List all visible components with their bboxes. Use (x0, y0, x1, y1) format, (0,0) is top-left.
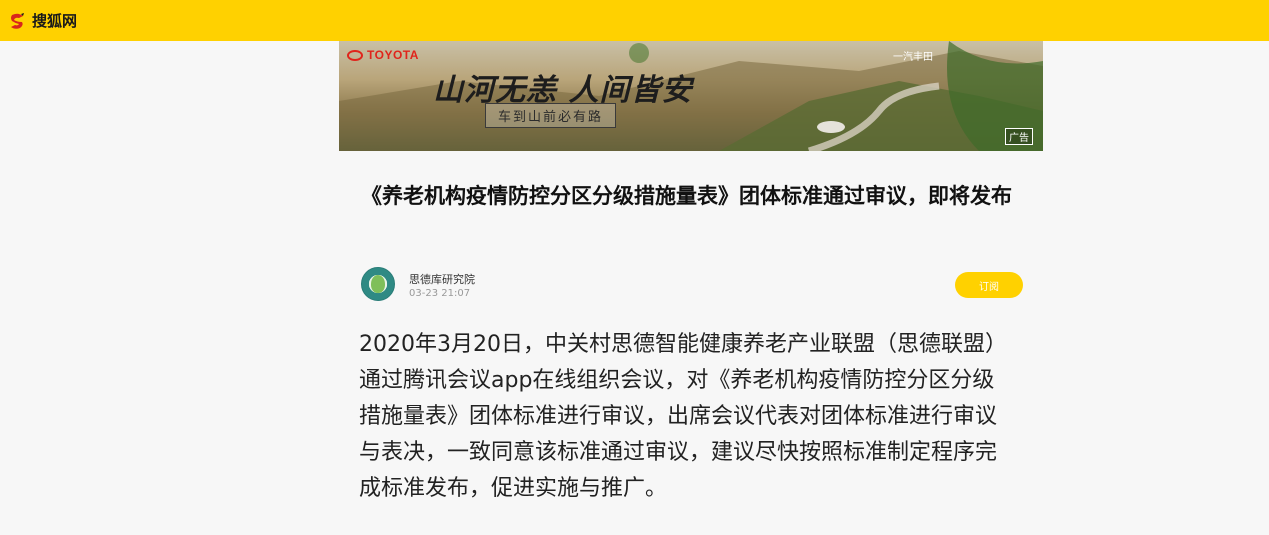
article-column: TOYOTA 一汽丰田 山河无恙 人间皆安 车到山前必有路 广告 《养老机构疫情… (339, 41, 1043, 535)
author-row: 思德库研究院 03-23 21:07 订阅 (361, 267, 1023, 303)
ad-subline: 车到山前必有路 (485, 103, 617, 128)
author-name[interactable]: 思德库研究院 (409, 271, 475, 287)
toyota-logo-icon (347, 49, 363, 61)
ad-brand-logo: TOYOTA (347, 48, 419, 62)
sohu-fox-icon (8, 11, 28, 31)
site-logo[interactable]: 搜狐网 (8, 10, 77, 31)
ad-banner[interactable]: TOYOTA 一汽丰田 山河无恙 人间皆安 车到山前必有路 广告 (339, 41, 1043, 151)
ad-brand-text: TOYOTA (367, 48, 419, 62)
subscribe-button[interactable]: 订阅 (955, 272, 1023, 298)
ad-tag: 广告 (1005, 128, 1033, 145)
article-title: 《养老机构疫情防控分区分级措施量表》团体标准通过审议，即将发布 (361, 184, 1012, 208)
avatar-figure-icon (371, 275, 385, 293)
top-bar: 搜狐网 (0, 0, 1269, 41)
avatar[interactable] (361, 267, 395, 301)
publish-time: 03-23 21:07 (409, 288, 471, 299)
site-name: 搜狐网 (32, 12, 78, 30)
article-body: 2020年3月20日，中关村思德智能健康养老产业联盟（思德联盟）通过腾讯会议ap… (359, 332, 1007, 501)
ad-dealer-text: 一汽丰田 (893, 52, 933, 63)
